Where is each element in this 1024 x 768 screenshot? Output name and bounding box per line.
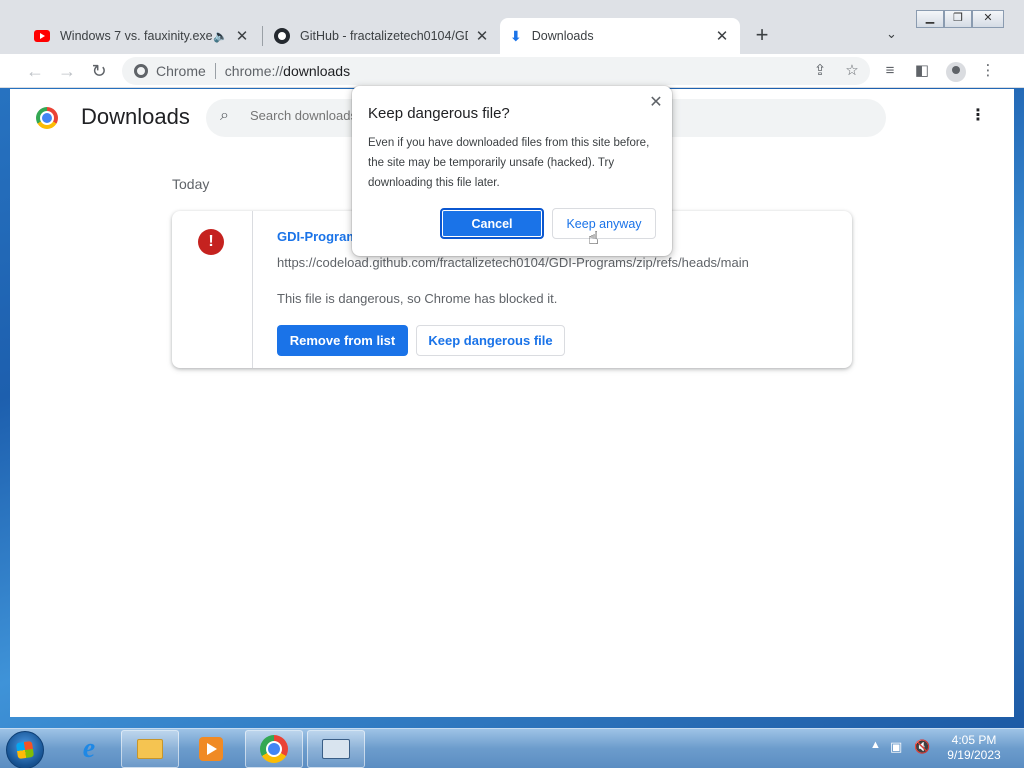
- close-window-icon[interactable]: ✕: [972, 10, 1004, 28]
- reading-list-icon[interactable]: ≡: [880, 61, 900, 81]
- close-tab-icon[interactable]: ✕: [714, 27, 730, 45]
- bookmark-star-icon[interactable]: ☆: [842, 61, 862, 81]
- url-scheme: chrome://: [224, 63, 284, 79]
- card-divider: [252, 211, 253, 368]
- dialog-title: Keep dangerous file?: [368, 105, 510, 122]
- tab-youtube[interactable]: Windows 7 vs. fauxinity.exe - 🔈 ✕: [24, 18, 260, 54]
- remove-from-list-button[interactable]: Remove from list: [277, 325, 408, 356]
- tab-strip: Windows 7 vs. fauxinity.exe - 🔈 ✕ GitHub…: [0, 0, 1024, 54]
- page-title: Downloads: [81, 104, 190, 129]
- chrome-logo-icon: [36, 107, 58, 129]
- close-tab-icon[interactable]: ✕: [234, 27, 250, 45]
- folder-icon: [137, 739, 163, 759]
- toolbar: ← → ↻ Chrome chrome:// downloads ⇪ ☆ ≡ ◧…: [0, 54, 1024, 88]
- speaker-icon[interactable]: 🔈: [213, 29, 228, 43]
- start-button[interactable]: [6, 731, 44, 768]
- tab-title: GitHub - fractalizetech0104/GDI-: [300, 29, 468, 43]
- chrome-icon: [260, 735, 288, 763]
- youtube-icon: [34, 30, 50, 42]
- keep-dangerous-file-dialog: Keep dangerous file? ✕ Even if you have …: [352, 86, 672, 256]
- show-hidden-icons-icon[interactable]: ▲: [870, 739, 881, 751]
- address-divider: [214, 63, 216, 79]
- hand-cursor-icon: ☝: [588, 228, 599, 248]
- taskbar: e ▲ ▣ 🔇: [0, 728, 1024, 768]
- date-header: Today: [172, 176, 210, 192]
- share-icon[interactable]: ⇪: [810, 61, 830, 81]
- keyboard-icon: [322, 739, 350, 759]
- more-options-icon[interactable]: ⋮: [970, 107, 986, 125]
- volume-muted-icon[interactable]: 🔇: [914, 739, 930, 755]
- keep-anyway-button[interactable]: Keep anyway: [552, 208, 656, 239]
- network-icon[interactable]: ▣: [890, 739, 902, 755]
- media-player-taskbar-icon[interactable]: [182, 730, 240, 768]
- file-status: This file is dangerous, so Chrome has bl…: [277, 291, 558, 306]
- minimize-icon[interactable]: ▁: [916, 10, 944, 28]
- back-arrow-icon[interactable]: ←: [24, 60, 46, 82]
- internet-explorer-taskbar-icon[interactable]: e: [60, 730, 118, 768]
- media-player-icon: [199, 737, 223, 761]
- dialog-body: Even if you have downloaded files from t…: [368, 137, 650, 189]
- close-tab-icon[interactable]: ✕: [474, 27, 490, 45]
- keep-dangerous-file-button[interactable]: Keep dangerous file: [416, 325, 565, 356]
- file-url[interactable]: https://codeload.github.com/fractalizete…: [277, 255, 749, 270]
- dialog-close-icon[interactable]: ✕: [648, 92, 664, 112]
- side-panel-icon[interactable]: ◧: [912, 61, 932, 81]
- chrome-menu-icon[interactable]: ⋮: [978, 61, 998, 81]
- clock-date: 9/19/2023: [947, 748, 1001, 762]
- tab-github[interactable]: GitHub - fractalizetech0104/GDI- ✕: [264, 18, 500, 54]
- tab-title: Windows 7 vs. fauxinity.exe -: [60, 29, 214, 43]
- address-bar[interactable]: Chrome chrome:// downloads: [122, 57, 870, 85]
- tab-search-chevron-icon[interactable]: ⌄: [886, 26, 897, 42]
- on-screen-keyboard-taskbar-icon[interactable]: [307, 730, 365, 768]
- profile-avatar-icon[interactable]: [946, 62, 966, 82]
- tab-title: Downloads: [531, 29, 594, 43]
- search-icon: ⌕: [220, 107, 229, 124]
- forward-arrow-icon[interactable]: →: [56, 60, 78, 82]
- new-tab-icon[interactable]: +: [752, 24, 772, 46]
- restore-icon[interactable]: ❐: [944, 10, 972, 28]
- internet-explorer-icon: e: [82, 733, 96, 764]
- browser-window: Windows 7 vs. fauxinity.exe - 🔈 ✕ GitHub…: [0, 0, 1024, 728]
- chrome-site-icon: [134, 64, 148, 78]
- file-explorer-taskbar-icon[interactable]: [121, 730, 179, 768]
- url-host: downloads: [283, 63, 351, 79]
- site-label: Chrome: [156, 63, 206, 79]
- download-icon: ⬇: [510, 27, 522, 44]
- chrome-taskbar-icon[interactable]: [245, 730, 303, 768]
- reload-icon[interactable]: ↻: [88, 60, 110, 82]
- clock-time: 4:05 PM: [951, 733, 997, 747]
- cancel-button[interactable]: Cancel: [440, 208, 544, 239]
- github-icon: [274, 28, 290, 44]
- system-clock[interactable]: 4:05 PM 9/19/2023: [944, 733, 1004, 763]
- danger-icon: !: [198, 229, 224, 255]
- tab-separator: [262, 26, 263, 46]
- tab-downloads[interactable]: ⬇ Downloads ✕: [500, 18, 740, 54]
